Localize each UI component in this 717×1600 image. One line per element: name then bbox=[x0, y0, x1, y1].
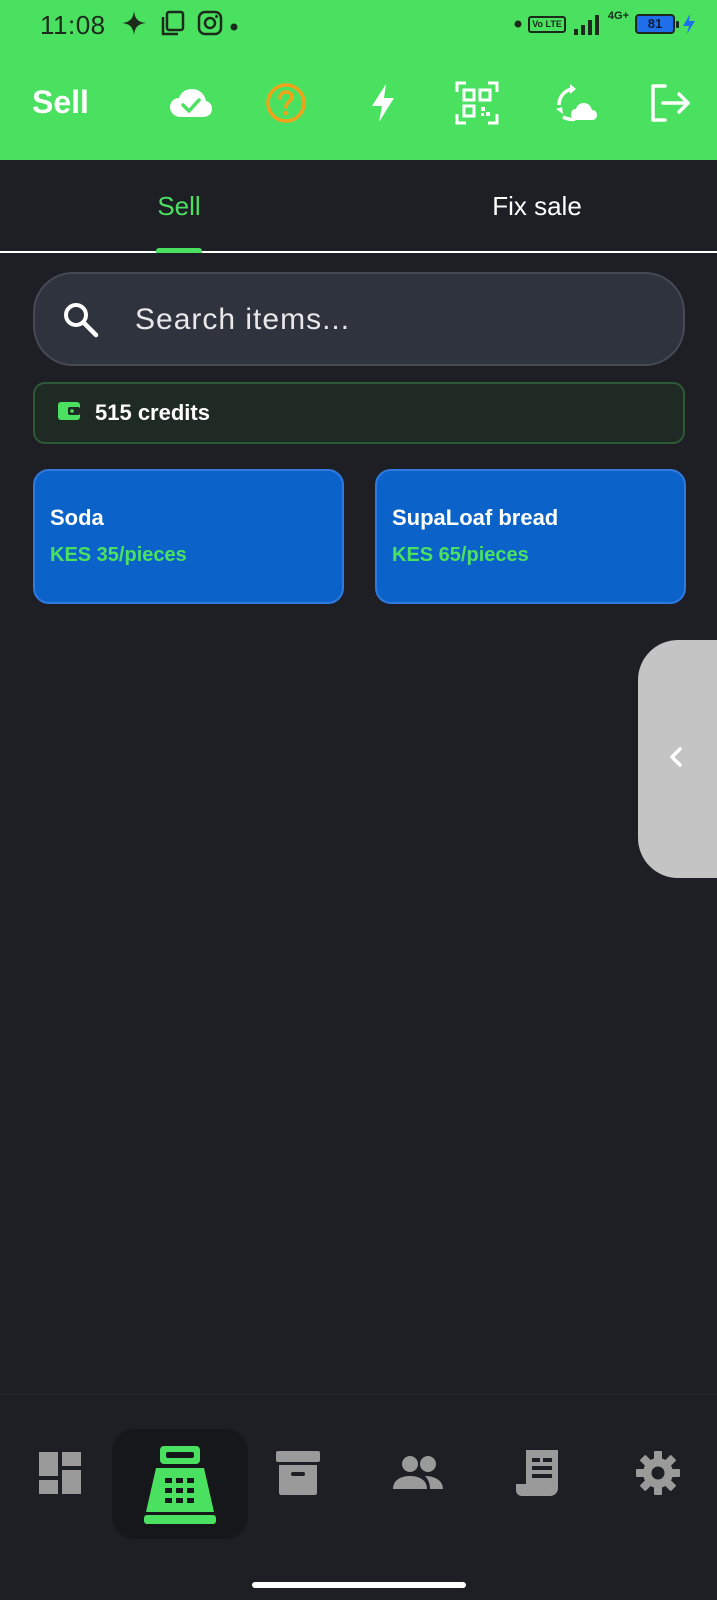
tab-sell[interactable]: Sell bbox=[0, 160, 358, 253]
dot-icon bbox=[514, 20, 522, 28]
help-icon[interactable] bbox=[261, 78, 311, 128]
status-right: Vo LTE 4G+ 81 bbox=[514, 10, 697, 38]
people-icon[interactable] bbox=[388, 1443, 448, 1503]
status-time: 11:08 bbox=[40, 10, 106, 40]
sparkle-icon bbox=[120, 9, 148, 42]
credits-label: 515 credits bbox=[95, 400, 210, 425]
item-name: Soda bbox=[50, 505, 104, 530]
tab-fix-sale[interactable]: Fix sale bbox=[358, 160, 716, 253]
wallet-icon bbox=[57, 400, 81, 427]
charging-icon bbox=[683, 14, 695, 34]
active-tab-indicator bbox=[156, 248, 202, 253]
item-card[interactable]: Soda KES 35/pieces bbox=[33, 469, 344, 604]
item-card[interactable]: SupaLoaf bread KES 65/pieces bbox=[375, 469, 686, 604]
credits-banner: 515 credits bbox=[33, 382, 685, 444]
status-bar: 11:08 Vo LTE 4G+ 81 bbox=[0, 0, 717, 48]
home-indicator[interactable] bbox=[252, 1582, 466, 1588]
copy-icon bbox=[160, 9, 186, 42]
settings-icon[interactable] bbox=[628, 1443, 688, 1503]
qr-scan-icon[interactable] bbox=[452, 78, 502, 128]
item-price: KES 35/pieces bbox=[50, 544, 187, 566]
dashboard-icon[interactable] bbox=[30, 1443, 90, 1503]
cloud-sync-icon[interactable] bbox=[551, 78, 601, 128]
chevron-left-icon bbox=[668, 746, 684, 773]
flash-icon[interactable] bbox=[358, 78, 408, 128]
instagram-icon bbox=[196, 9, 224, 42]
cash-register-icon[interactable] bbox=[112, 1429, 248, 1539]
search-bar[interactable] bbox=[33, 272, 685, 366]
page-title: Sell bbox=[32, 84, 89, 120]
tab-bar: Sell Fix sale bbox=[0, 160, 717, 253]
search-input[interactable] bbox=[135, 296, 655, 344]
item-name: SupaLoaf bread bbox=[392, 505, 559, 530]
logout-icon[interactable] bbox=[645, 78, 695, 128]
receipt-icon[interactable] bbox=[508, 1443, 568, 1503]
item-price: KES 65/pieces bbox=[392, 544, 529, 566]
app-bar: Sell bbox=[0, 48, 717, 160]
notification-dot-icon bbox=[230, 18, 238, 36]
search-icon bbox=[61, 300, 101, 345]
bottom-navigation bbox=[0, 1394, 717, 1600]
network-type: 4G+ bbox=[607, 10, 629, 22]
signal-icon bbox=[573, 15, 599, 35]
archive-icon[interactable] bbox=[268, 1443, 328, 1503]
battery-indicator: 81 bbox=[635, 14, 679, 34]
side-panel-handle[interactable] bbox=[638, 640, 717, 878]
volte-badge: Vo LTE bbox=[528, 15, 566, 33]
cloud-done-icon[interactable] bbox=[166, 78, 216, 128]
